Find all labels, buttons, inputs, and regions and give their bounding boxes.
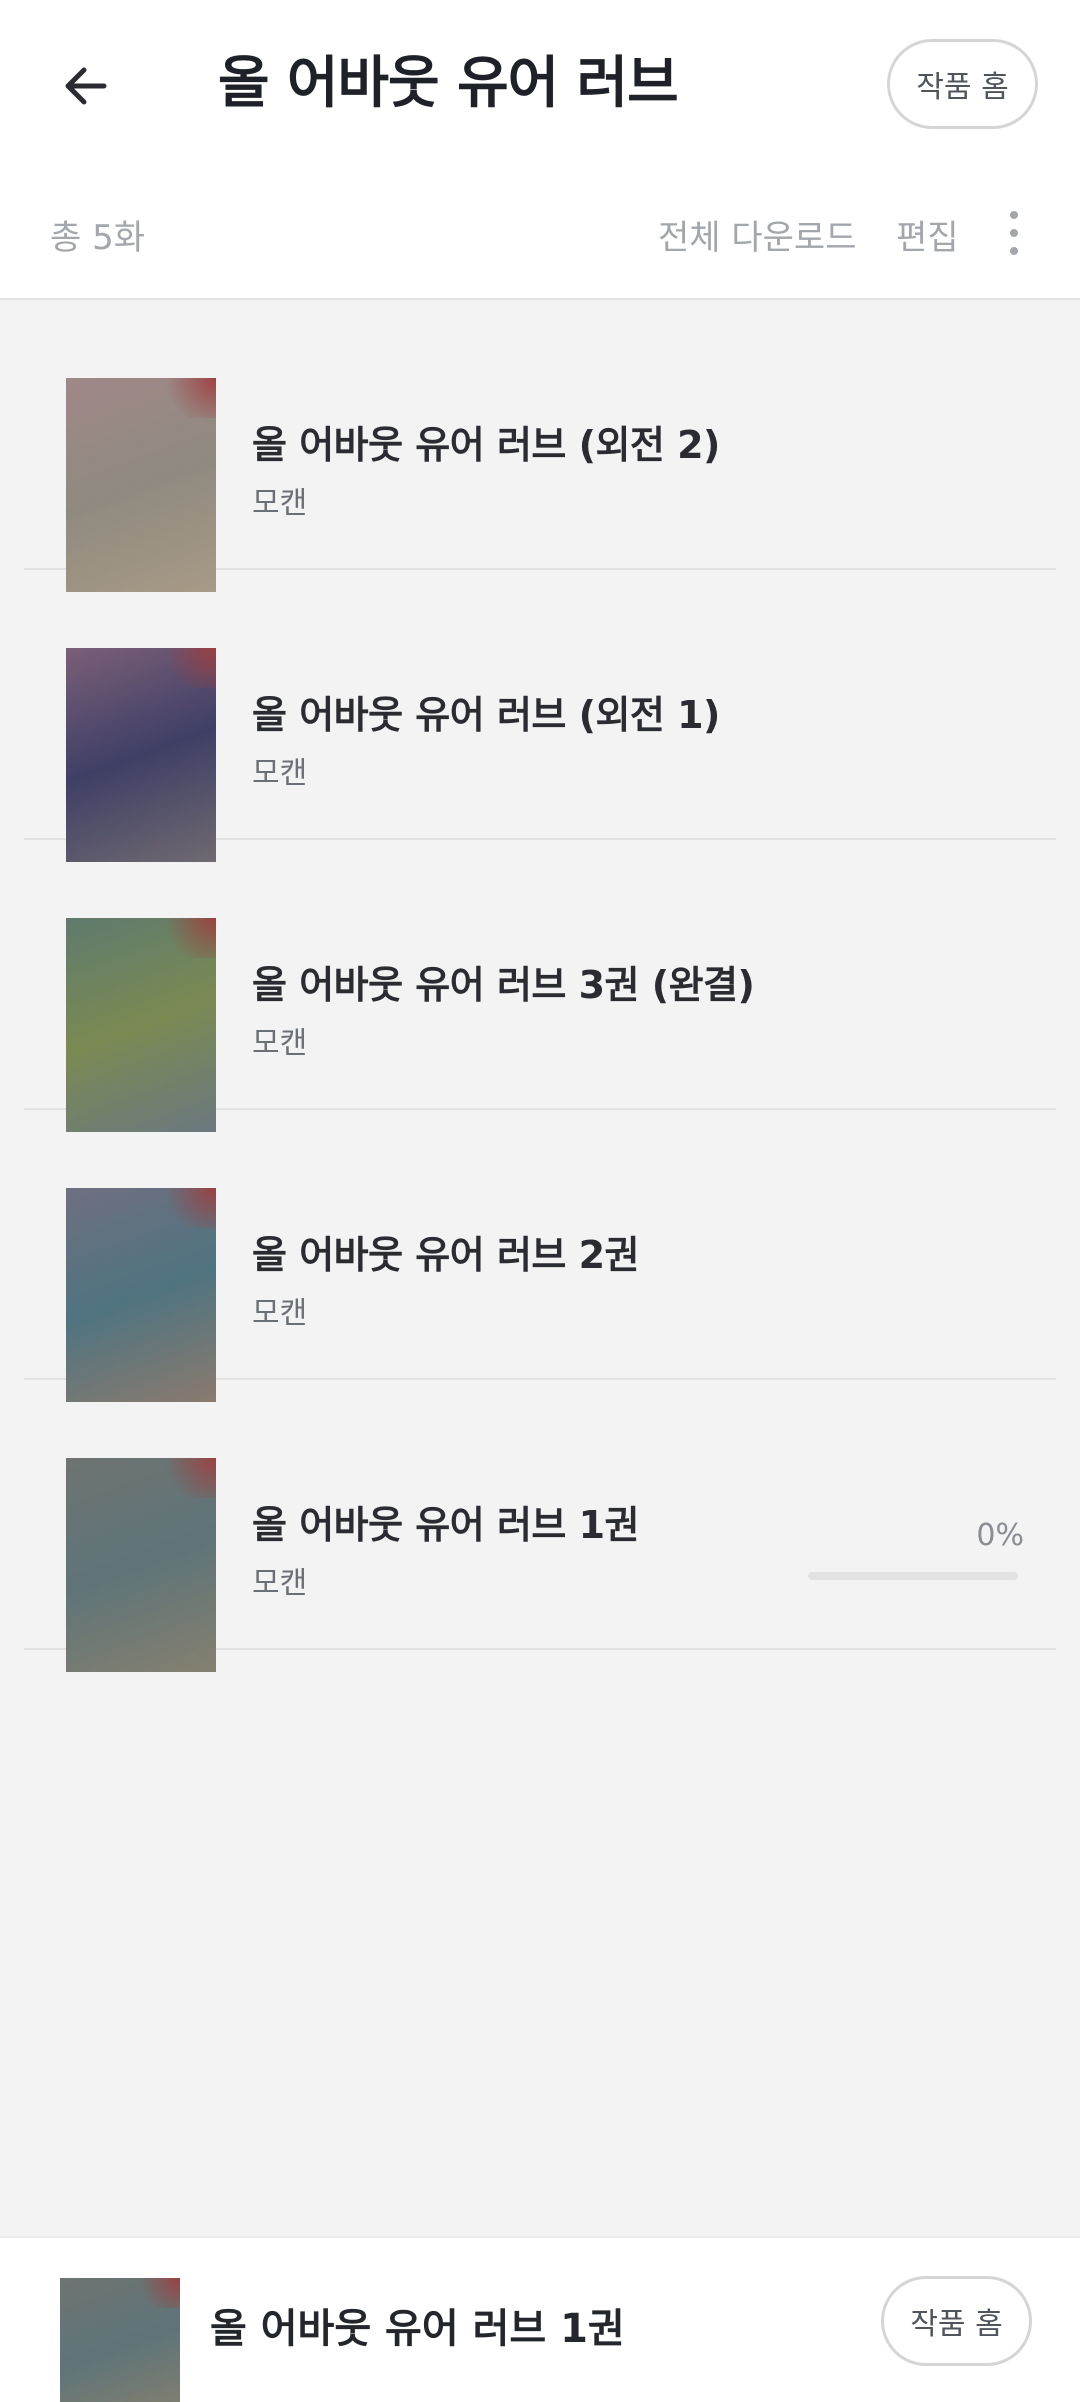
episode-title: 올 어바웃 유어 러브 (외전 1) — [252, 693, 720, 737]
episode-title: 올 어바웃 유어 러브 2권 — [252, 1233, 640, 1277]
episode-thumbnail — [66, 1458, 216, 1672]
download-progress-bar — [808, 1572, 1018, 1580]
episode-author: 모캔 — [252, 1566, 308, 1601]
episode-thumbnail — [66, 918, 216, 1132]
download-progress-label: 0% — [976, 1518, 1024, 1553]
episode-row[interactable]: 올 어바웃 유어 러브 (외전 1) 모캔 — [24, 570, 1056, 862]
episode-title: 올 어바웃 유어 러브 (외전 2) — [252, 423, 720, 467]
episode-title: 올 어바웃 유어 러브 3권 (완결) — [252, 963, 755, 1007]
page-title: 올 어바웃 유어 러브 — [218, 51, 679, 116]
list-toolbar: 총 5화 전체 다운로드 편집 — [0, 168, 1080, 300]
episode-author: 모캔 — [252, 486, 308, 521]
episode-row[interactable]: 올 어바웃 유어 러브 2권 모캔 — [24, 1110, 1056, 1402]
episode-thumbnail — [66, 378, 216, 592]
bottom-work-home-button[interactable]: 작품 홈 — [881, 2276, 1032, 2366]
app-header: 올 어바웃 유어 러브 작품 홈 — [0, 0, 1080, 168]
episode-row[interactable]: 올 어바웃 유어 러브 1권 모캔 0% — [24, 1380, 1056, 1672]
back-button[interactable] — [44, 44, 128, 128]
episode-author: 모캔 — [252, 756, 308, 791]
episode-thumbnail — [66, 648, 216, 862]
download-all-button[interactable]: 전체 다운로드 — [658, 210, 857, 259]
episode-row[interactable]: 올 어바웃 유어 러브 (외전 2) 모캔 — [24, 300, 1056, 592]
arrow-left-icon — [65, 67, 107, 105]
edit-button[interactable]: 편집 — [896, 210, 959, 259]
work-home-button[interactable]: 작품 홈 — [887, 39, 1038, 129]
bottom-thumbnail — [60, 2278, 180, 2402]
episode-author: 모캔 — [252, 1296, 308, 1331]
bottom-title: 올 어바웃 유어 러브 1권 — [210, 2306, 625, 2352]
episode-thumbnail — [66, 1188, 216, 1402]
bottom-reading-bar[interactable]: 올 어바웃 유어 러브 1권 작품 홈 — [0, 2236, 1080, 2402]
episode-author: 모캔 — [252, 1026, 308, 1061]
more-vertical-icon[interactable] — [990, 198, 1038, 268]
episode-row[interactable]: 올 어바웃 유어 러브 3권 (완결) 모캔 — [24, 840, 1056, 1132]
episode-title: 올 어바웃 유어 러브 1권 — [252, 1503, 640, 1547]
episode-count: 총 5화 — [50, 218, 145, 258]
